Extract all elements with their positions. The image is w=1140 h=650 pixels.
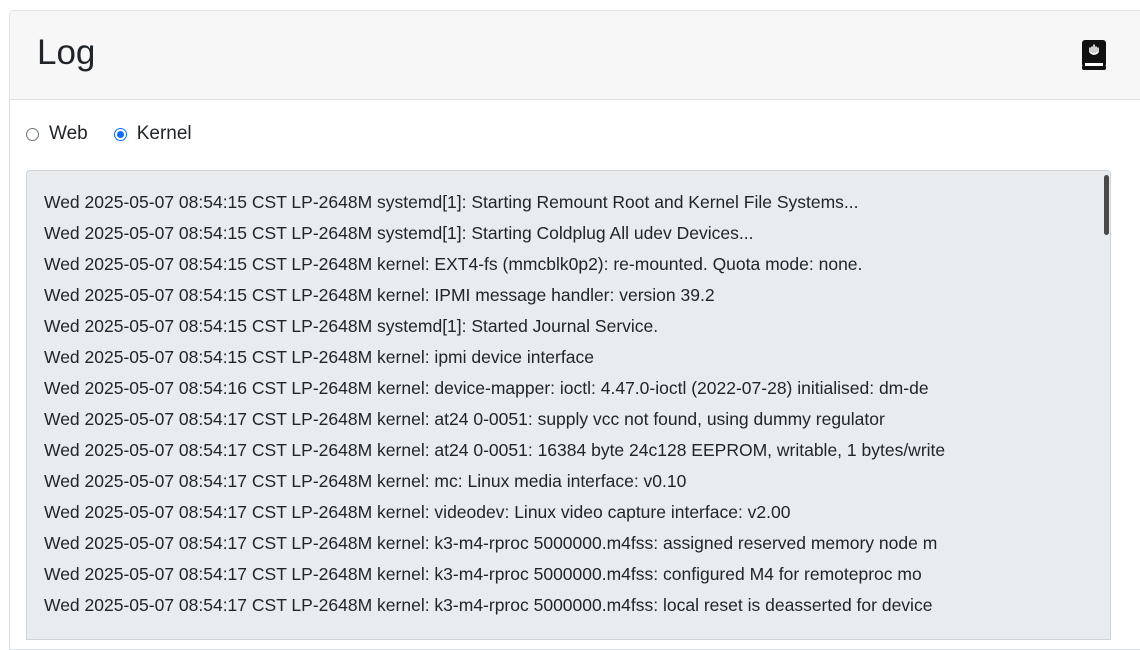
radio-kernel[interactable]: Kernel [113,123,192,145]
radio-web[interactable]: Web [26,123,88,145]
log-line: Wed 2025-05-07 08:54:17 CST LP-2648M ker… [44,409,885,429]
radio-kernel-button[interactable] [113,127,127,141]
log-line: Wed 2025-05-07 08:54:17 CST LP-2648M ker… [44,440,946,460]
card-header: Log [10,11,1140,100]
book-icon[interactable] [1081,39,1107,71]
radio-kernel-label: Kernel [136,123,192,144]
log-line: Wed 2025-05-07 08:54:15 CST LP-2648M ker… [44,254,863,274]
log-scrollbar[interactable] [1102,171,1110,639]
log-type-radio-group: Web Kernel [26,120,218,148]
log-line: Wed 2025-05-07 08:54:15 CST LP-2648M sys… [44,223,754,243]
log-line: Wed 2025-05-07 08:54:15 CST LP-2648M ker… [44,347,594,367]
log-line: Wed 2025-05-07 08:54:15 CST LP-2648M sys… [44,192,859,212]
log-line: Wed 2025-05-07 08:54:17 CST LP-2648M ker… [44,564,922,584]
log-line: Wed 2025-05-07 08:54:17 CST LP-2648M ker… [44,533,938,553]
log-line: Wed 2025-05-07 08:54:16 CST LP-2648M ker… [44,378,929,398]
radio-web-button[interactable] [26,127,39,141]
log-lines: Wed 2025-05-07 08:54:15 CST LP-2648M sys… [44,187,945,621]
log-output[interactable]: Wed 2025-05-07 08:54:15 CST LP-2648M sys… [26,170,1111,640]
radio-web-label: Web [49,123,88,144]
log-scrollbar-thumb[interactable] [1104,175,1109,235]
log-line: Wed 2025-05-07 08:54:15 CST LP-2648M ker… [44,285,715,305]
page-title: Log [37,33,96,72]
log-line: Wed 2025-05-07 08:54:15 CST LP-2648M sys… [44,316,659,336]
log-line: Wed 2025-05-07 08:54:17 CST LP-2648M ker… [44,502,791,522]
log-line: Wed 2025-05-07 08:54:17 CST LP-2648M ker… [44,595,933,615]
log-line: Wed 2025-05-07 08:54:17 CST LP-2648M ker… [44,471,687,491]
